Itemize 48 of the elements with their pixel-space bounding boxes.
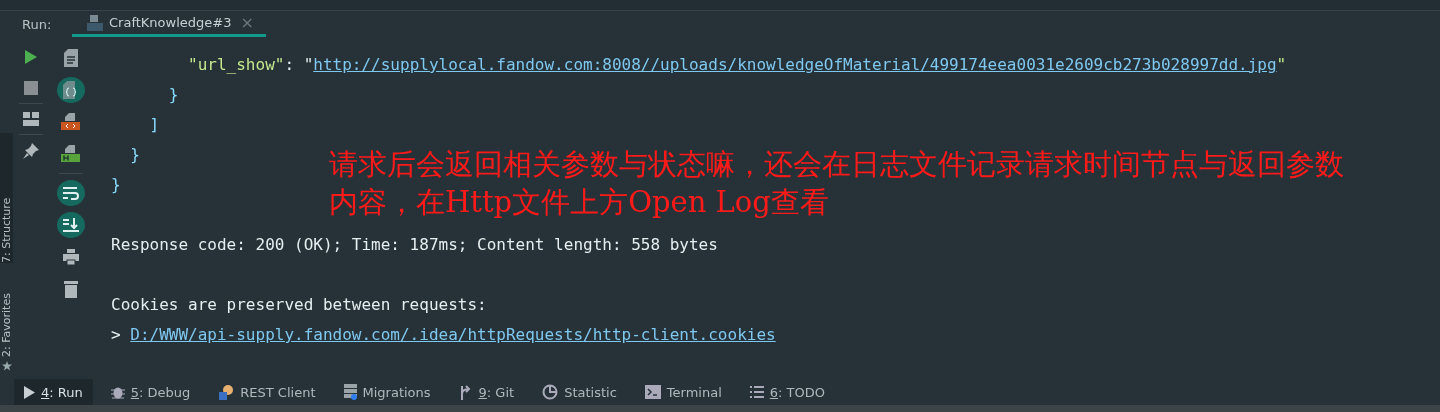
layout-icon[interactable] [23, 112, 39, 126]
tool-window-button[interactable]: 4: Run [14, 379, 93, 405]
terminal-icon [644, 385, 661, 399]
tool-window-button[interactable]: Terminal [634, 379, 732, 405]
api-file-icon [86, 13, 104, 32]
tool-window-tab[interactable]: 7: Structure [0, 133, 13, 263]
database-icon [343, 384, 357, 400]
tool-window-button[interactable]: 5: Debug [100, 379, 201, 405]
scroll-down-icon [63, 218, 79, 232]
list-icon [749, 386, 764, 398]
star-icon [1, 361, 12, 371]
pin-icon[interactable] [23, 143, 39, 159]
json-bracket: ] [148, 115, 160, 134]
document-icon [64, 49, 78, 67]
pie-icon [542, 384, 559, 400]
view-toggle-button[interactable] [57, 212, 85, 238]
output-text: > [111, 325, 122, 344]
tool-window-button[interactable]: 9: Git [448, 379, 525, 405]
json-punctuation: : " [284, 55, 314, 74]
json-string: " [1276, 55, 1287, 74]
output-text: Cookies are preserved between requests: [111, 295, 487, 314]
json-bracket: } [167, 85, 179, 104]
tool-window-button[interactable]: REST Client [208, 379, 326, 405]
run-icon[interactable] [24, 49, 38, 65]
printer-icon [63, 249, 79, 265]
view-toggle-button[interactable] [57, 77, 85, 103]
output-text: Response code: 200 (OK); Time: 187ms; Content length: 558 bytes [111, 235, 718, 254]
html-file-icon [61, 113, 81, 131]
panel-label: Run: [22, 16, 53, 32]
wrap-icon [63, 186, 79, 200]
headers-file-icon [61, 145, 81, 163]
branch-icon [458, 384, 473, 400]
run-tab[interactable]: CraftKnowledge#3 × [72, 11, 266, 37]
json-bracket: } [129, 145, 140, 164]
bug-icon [110, 385, 125, 399]
json-bracket: } [111, 175, 121, 194]
view-toggle-button[interactable] [57, 180, 85, 206]
tool-window-button[interactable]: Migrations [333, 379, 441, 405]
play-icon [24, 385, 35, 399]
file-link[interactable]: http://supplylocal.fandow.com:8008//uploads/knowledgeOfMaterial/499174eea0031e2609cb273b028997dd.jpg [313, 55, 1277, 74]
tool-window-button[interactable]: Statistic [532, 379, 627, 405]
trash-icon [64, 280, 78, 298]
file-link[interactable]: D:/WWW/api-supply.fandow.com/.idea/httpRequests/http-client.cookies [130, 325, 776, 344]
tool-window-button[interactable]: 6: TODO [739, 379, 835, 405]
tool-window-tab[interactable]: 2: Favorites [0, 267, 13, 357]
json-string: "url_show" [187, 55, 285, 74]
braces-icon [63, 81, 79, 99]
annotation-text: 请求后会返回相关参数与状态嘛，还会在日志文件记录请求时间节点与返回参数内容，在Http文件上方Open Log查看 [329, 146, 1345, 221]
